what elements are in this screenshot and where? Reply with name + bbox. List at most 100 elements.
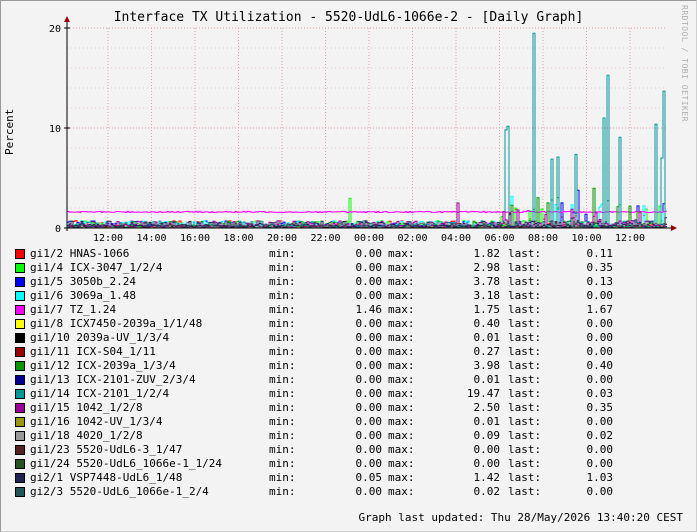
legend-min-value: 0.00 xyxy=(355,289,383,302)
legend-series-name: gi1/4 ICX-3047_1/2/4 xyxy=(30,261,163,274)
x-tick-label: 14:00 xyxy=(136,233,166,244)
legend-series-name: gi1/11 ICX-S04_1/11 xyxy=(30,345,156,358)
x-tick-label: 04:00 xyxy=(441,233,471,244)
legend-min-value: 0.00 xyxy=(355,415,383,428)
legend-series-name: gi1/16 1042-UV_1/3/4 xyxy=(30,415,163,428)
legend-last-label: last: xyxy=(508,471,542,484)
legend-max-value: 0.09 xyxy=(473,429,501,442)
legend-series-name: gi1/14 ICX-2101_1/2/4 xyxy=(30,387,170,400)
legend-max-value: 0.01 xyxy=(473,373,501,386)
legend-min-label: min: xyxy=(269,485,296,498)
legend-row: gi1/4 ICX-3047_1/2/4 min: 0.00 max: 2.98 last… xyxy=(14,261,674,275)
legend-min-label: min: xyxy=(269,261,296,274)
legend-min-label: min: xyxy=(269,373,296,386)
legend-max-value: 0.00 xyxy=(473,443,501,456)
legend-last-label: last: xyxy=(508,247,542,260)
legend-last-label: last: xyxy=(508,443,542,456)
legend-last-value: 0.11 xyxy=(586,247,614,260)
legend-max-value: 0.01 xyxy=(473,331,501,344)
y-tick-label: 10 xyxy=(49,124,61,135)
legend-series-name: gi1/7 TZ_1.24 xyxy=(30,303,117,316)
legend-row: gi1/15 1042_1/2/8 min: 0.00 max: 2.50 last: 0.… xyxy=(14,401,674,415)
legend-max-value: 1.82 xyxy=(473,247,501,260)
legend-row: gi1/18 4020_1/2/8 min: 0.00 max: 0.09 last: 0.… xyxy=(14,429,674,443)
legend-max-label: max: xyxy=(388,303,415,316)
x-tick-label: 20:00 xyxy=(267,233,297,244)
legend-series-name: gi2/3 5520-UdL6_1066e-1_2/4 xyxy=(30,485,209,498)
legend-last-label: last: xyxy=(508,261,542,274)
legend-last-value: 0.40 xyxy=(586,359,614,372)
legend-max-label: max: xyxy=(388,289,415,302)
legend-swatch xyxy=(15,403,25,413)
legend-swatch xyxy=(15,263,25,273)
legend-max-label: max: xyxy=(388,415,415,428)
series-line-10 xyxy=(67,32,667,229)
legend-max-label: max: xyxy=(388,247,415,260)
legend-swatch xyxy=(15,417,25,427)
legend-min-value: 1.46 xyxy=(355,303,383,316)
legend-min-value: 0.00 xyxy=(355,261,383,274)
legend-last-label: last: xyxy=(508,345,542,358)
legend-last-value: 0.00 xyxy=(586,331,614,344)
legend-min-value: 0.00 xyxy=(355,247,383,260)
legend-max-label: max: xyxy=(388,401,415,414)
legend-last-label: last: xyxy=(508,303,542,316)
legend-swatch xyxy=(15,487,25,497)
legend-max-label: max: xyxy=(388,471,415,484)
legend-min-value: 0.00 xyxy=(355,387,383,400)
legend-series-name: gi1/18 4020_1/2/8 xyxy=(30,429,143,442)
legend-min-value: 0.00 xyxy=(355,443,383,456)
legend-min-value: 0.00 xyxy=(355,373,383,386)
legend-row: gi1/8 ICX7450-2039a_1/1/48 min: 0.00 max: 0.… xyxy=(14,317,674,331)
legend-min-label: min: xyxy=(269,331,296,344)
legend-last-value: 0.13 xyxy=(586,275,614,288)
legend-row: gi1/10 2039a-UV_1/3/4 min: 0.00 max: 0.01 las… xyxy=(14,331,674,345)
legend-last-value: 0.00 xyxy=(586,415,614,428)
legend-max-label: max: xyxy=(388,317,415,330)
legend-max-label: max: xyxy=(388,457,415,470)
legend-row: gi1/5 3050b_2.24 min: 0.00 max: 3.78 last: 0.1… xyxy=(14,275,674,289)
legend-max-value: 0.01 xyxy=(473,415,501,428)
y-tick-label: 20 xyxy=(49,24,61,35)
legend-last-label: last: xyxy=(508,373,542,386)
legend-max-label: max: xyxy=(388,485,415,498)
legend-min-label: min: xyxy=(269,443,296,456)
legend-row: gi1/11 ICX-S04_1/11 min: 0.00 max: 0.27 last:… xyxy=(14,345,674,359)
legend-max-value: 1.75 xyxy=(473,303,501,316)
legend-last-value: 0.03 xyxy=(586,387,614,400)
legend-row: gi2/3 5520-UdL6_1066e-1_2/4 min: 0.00 max: 0… xyxy=(14,485,674,499)
x-tick-label: 12:00 xyxy=(93,233,123,244)
legend-swatch xyxy=(15,291,25,301)
x-tick-label: 22:00 xyxy=(310,233,340,244)
plot-area: 0 10 20 12:00 14:00 16:00 18:00 20:00 22:00 00:00… xyxy=(49,16,677,244)
legend-max-label: max: xyxy=(388,275,415,288)
legend-row: gi1/7 TZ_1.24 min: 1.46 max: 1.75 last: 1.67 xyxy=(14,303,674,317)
legend-last-label: last: xyxy=(508,457,542,470)
legend-series-name: gi2/1 VSP7448-UdL6_1/48 xyxy=(30,471,183,484)
legend-max-label: max: xyxy=(388,429,415,442)
legend-last-value: 0.00 xyxy=(586,345,614,358)
legend-row: gi1/23 5520-UdL6-3_1/47 min: 0.00 max: 0.00 l… xyxy=(14,443,674,457)
legend-last-value: 0.00 xyxy=(586,457,614,470)
last-updated-text: Graph last updated: Thu 28/May/2026 13:4… xyxy=(358,511,683,524)
x-tick-label: 06:00 xyxy=(484,233,514,244)
legend-last-label: last: xyxy=(508,415,542,428)
legend-max-value: 3.78 xyxy=(473,275,501,288)
legend-min-value: 0.00 xyxy=(355,429,383,442)
legend-row: gi1/16 1042-UV_1/3/4 min: 0.00 max: 0.01 last… xyxy=(14,415,674,429)
legend-min-value: 0.00 xyxy=(355,457,383,470)
legend-last-value: 0.00 xyxy=(586,485,614,498)
legend-series-name: gi1/2 HNAS-1066 xyxy=(30,247,130,260)
legend-min-value: 0.05 xyxy=(355,471,383,484)
legend-max-value: 0.02 xyxy=(473,485,501,498)
legend: gi1/2 HNAS-1066 min: 0.00 max: 1.82 last: 0.11… xyxy=(14,247,674,499)
legend-min-value: 0.00 xyxy=(355,359,383,372)
x-tick-label: 00:00 xyxy=(354,233,384,244)
legend-swatch xyxy=(15,277,25,287)
legend-min-label: min: xyxy=(269,247,296,260)
legend-series-name: gi1/12 ICX-2039a_1/3/4 xyxy=(30,359,176,372)
legend-swatch xyxy=(15,333,25,343)
legend-last-label: last: xyxy=(508,331,542,344)
legend-last-label: last: xyxy=(508,429,542,442)
legend-min-label: min: xyxy=(269,429,296,442)
